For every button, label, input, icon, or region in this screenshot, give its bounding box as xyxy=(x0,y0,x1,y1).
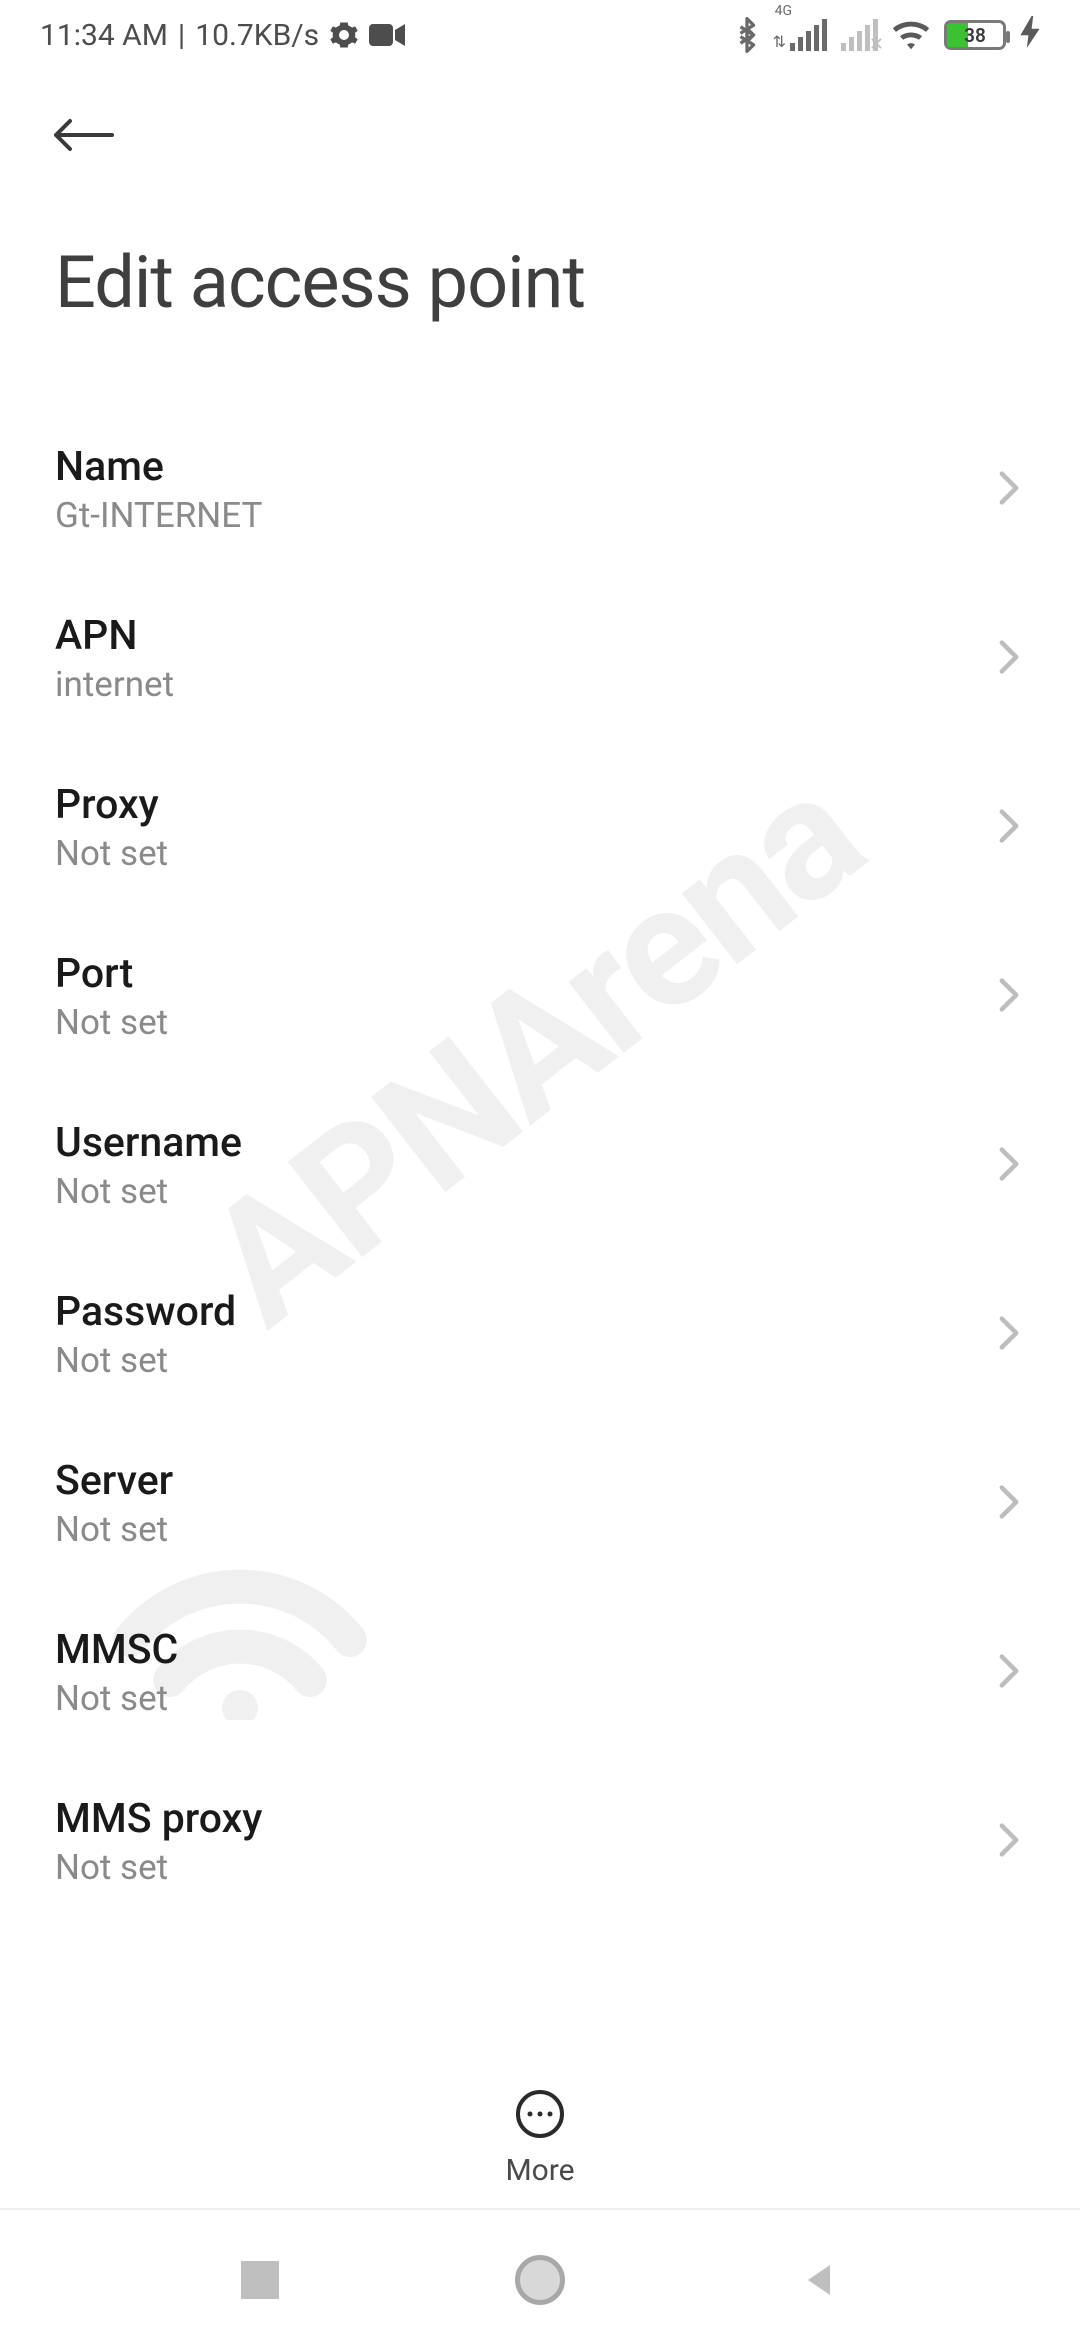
chevron-right-icon xyxy=(998,1315,1020,1355)
list-fade xyxy=(0,2000,1080,2080)
row-label: Password xyxy=(55,1288,236,1336)
status-bar: 11:34 AM | 10.7KB/s 4G ⇅ ✕ 38 xyxy=(0,0,1080,70)
status-sep: | xyxy=(178,18,185,53)
triangle-left-icon xyxy=(800,2260,840,2300)
square-icon xyxy=(241,2261,279,2299)
signal-sim2: ✕ xyxy=(841,19,878,51)
row-apn[interactable]: APN internet xyxy=(0,574,1080,743)
row-label: Name xyxy=(55,443,262,491)
row-password[interactable]: Password Not set xyxy=(0,1250,1080,1419)
chevron-right-icon xyxy=(998,808,1020,848)
battery-percent: 38 xyxy=(947,24,1003,47)
row-value: Not set xyxy=(55,833,168,874)
nav-recents-button[interactable] xyxy=(230,2250,290,2310)
row-value: Not set xyxy=(55,1847,262,1888)
row-value: Gt-INTERNET xyxy=(55,495,262,536)
camera-icon xyxy=(369,22,405,48)
chevron-right-icon xyxy=(998,977,1020,1017)
row-value: internet xyxy=(55,664,174,705)
row-value: Not set xyxy=(55,1002,168,1043)
row-label: MMS proxy xyxy=(55,1795,262,1843)
back-button[interactable] xyxy=(50,110,120,160)
status-time: 11:34 AM xyxy=(40,18,168,53)
row-username[interactable]: Username Not set xyxy=(0,1081,1080,1250)
nav-bar xyxy=(0,2220,1080,2340)
row-label: Server xyxy=(55,1457,173,1505)
circle-icon xyxy=(515,2255,565,2305)
row-port[interactable]: Port Not set xyxy=(0,912,1080,1081)
chevron-right-icon xyxy=(998,1146,1020,1186)
bluetooth-icon xyxy=(735,17,759,53)
row-value: Not set xyxy=(55,1340,236,1381)
signal-sim1: 4G ⇅ xyxy=(773,19,827,51)
chevron-right-icon xyxy=(998,470,1020,510)
chevron-right-icon xyxy=(998,1484,1020,1524)
row-label: APN xyxy=(55,612,174,660)
arrow-left-icon xyxy=(50,117,116,153)
row-value: Not set xyxy=(55,1678,178,1719)
chevron-right-icon xyxy=(998,1822,1020,1862)
more-label: More xyxy=(505,2153,574,2188)
row-proxy[interactable]: Proxy Not set xyxy=(0,743,1080,912)
more-button[interactable]: More xyxy=(505,2089,574,2188)
chevron-right-icon xyxy=(998,639,1020,679)
no-sim-x-icon: ✕ xyxy=(869,34,884,55)
row-mms-proxy[interactable]: MMS proxy Not set xyxy=(0,1757,1080,1926)
row-server[interactable]: Server Not set xyxy=(0,1419,1080,1588)
row-label: MMSC xyxy=(55,1626,178,1674)
battery-icon: 38 xyxy=(944,20,1006,50)
wifi-icon xyxy=(892,20,930,50)
chevron-right-icon xyxy=(998,1653,1020,1693)
row-label: Port xyxy=(55,950,168,998)
nav-back-button[interactable] xyxy=(790,2250,850,2310)
more-icon xyxy=(515,2089,565,2143)
page-title: Edit access point xyxy=(0,180,1080,355)
row-value: Not set xyxy=(55,1509,173,1550)
row-value: Not set xyxy=(55,1171,242,1212)
charging-bolt-icon xyxy=(1020,16,1040,55)
status-left: 11:34 AM | 10.7KB/s xyxy=(40,18,405,53)
action-bar: More xyxy=(0,2089,1080,2210)
data-arrows-icon: ⇅ xyxy=(773,32,786,51)
nav-home-button[interactable] xyxy=(510,2250,570,2310)
status-right: 4G ⇅ ✕ 38 xyxy=(735,16,1040,55)
row-mmsc[interactable]: MMSC Not set xyxy=(0,1588,1080,1757)
row-name[interactable]: Name Gt-INTERNET xyxy=(0,405,1080,574)
settings-list: Name Gt-INTERNET APN internet Proxy Not … xyxy=(0,355,1080,1926)
gear-icon xyxy=(329,20,359,50)
row-label: Proxy xyxy=(55,781,168,829)
status-speed: 10.7KB/s xyxy=(195,18,319,53)
signal-4g-label: 4G xyxy=(775,3,792,19)
row-label: Username xyxy=(55,1119,242,1167)
